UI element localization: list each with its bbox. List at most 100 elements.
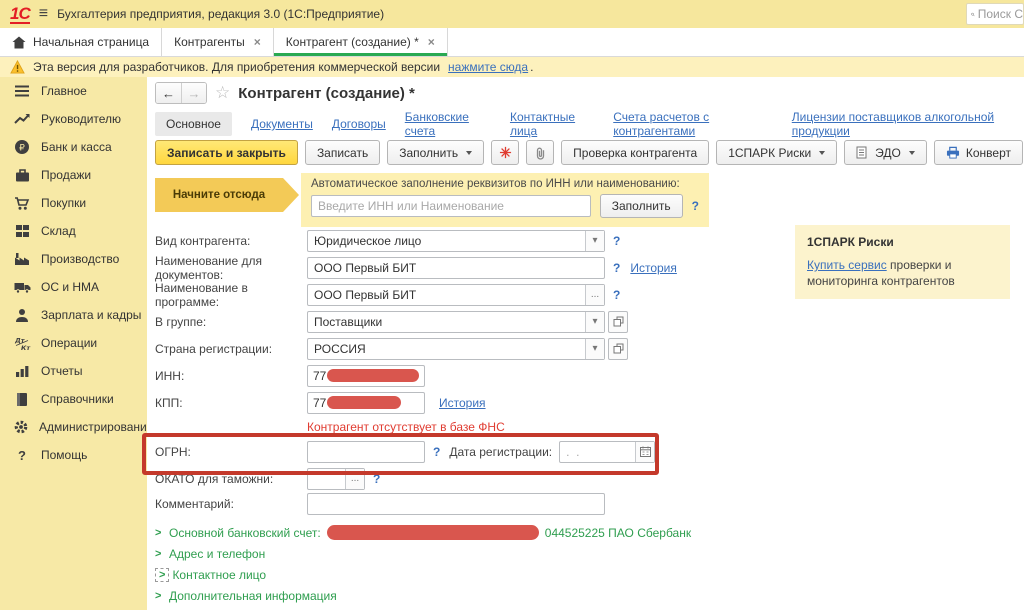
sidebar-item-purchases[interactable]: Покупки bbox=[0, 189, 147, 217]
edo-documents-icon bbox=[856, 146, 869, 159]
buy-commercial-link[interactable]: нажмите сюда bbox=[448, 60, 528, 74]
field-label: Наименование в программе: bbox=[155, 281, 307, 309]
help-icon[interactable]: ? bbox=[613, 261, 620, 275]
sidebar-item-warehouse[interactable]: Склад bbox=[0, 217, 147, 245]
1c-logo: 1С bbox=[10, 5, 30, 24]
close-tab-icon[interactable]: × bbox=[254, 35, 261, 49]
sidebar-item-label: Операции bbox=[41, 336, 97, 350]
open-group-button[interactable] bbox=[608, 311, 628, 333]
edo-button[interactable]: ЭДО bbox=[844, 140, 927, 165]
fill-menu-button[interactable]: Заполнить bbox=[387, 140, 484, 165]
comment-input[interactable] bbox=[307, 493, 605, 515]
main-menu-icon[interactable]: ≡ bbox=[39, 5, 48, 23]
open-country-button[interactable] bbox=[608, 338, 628, 360]
inn-input[interactable]: 77 bbox=[307, 365, 425, 387]
form-toolbar: Записать и закрыть Записать Заполнить Пр… bbox=[155, 140, 1023, 165]
section-additional-info[interactable]: > Дополнительная информация bbox=[155, 585, 875, 606]
sidebar-item-administration[interactable]: Администрирование bbox=[0, 413, 147, 441]
briefcase-icon bbox=[13, 167, 31, 184]
counterparty-type-select[interactable]: Юридическое лицо ▾ bbox=[307, 230, 605, 252]
tab-bank-accounts[interactable]: Банковские счета bbox=[405, 110, 491, 138]
tab-osnovnoe[interactable]: Основное bbox=[155, 112, 232, 136]
sidebar-item-manager[interactable]: Руководителю bbox=[0, 105, 147, 133]
name-for-documents-input[interactable] bbox=[307, 257, 605, 279]
red-asterisk-icon bbox=[499, 146, 512, 159]
sidebar-item-fixed-assets[interactable]: ОС и НМА bbox=[0, 273, 147, 301]
buy-service-link[interactable]: Купить сервис bbox=[807, 258, 887, 272]
okato-input[interactable] bbox=[308, 469, 345, 489]
ogrn-input[interactable] bbox=[307, 441, 425, 463]
window-tab-bar: Начальная страница Контрагенты × Контраг… bbox=[0, 28, 1024, 57]
kpp-history-link[interactable]: История bbox=[439, 396, 486, 410]
ellipsis-button[interactable]: ... bbox=[585, 285, 604, 305]
close-tab-icon[interactable]: × bbox=[428, 35, 435, 49]
kpp-input[interactable]: 77 bbox=[307, 392, 425, 414]
field-label: Страна регистрации: bbox=[155, 342, 307, 356]
tab-home[interactable]: Начальная страница bbox=[0, 28, 162, 56]
chevron-down-icon[interactable]: ▾ bbox=[585, 312, 604, 332]
help-icon[interactable]: ? bbox=[613, 288, 620, 302]
sidebar-item-label: Администрирование bbox=[39, 420, 153, 434]
selected-value: РОССИЯ bbox=[308, 342, 585, 356]
forward-button[interactable]: → bbox=[181, 83, 206, 103]
name-history-link[interactable]: История bbox=[630, 261, 677, 275]
help-icon[interactable]: ? bbox=[433, 445, 440, 459]
sidebar-item-label: Банк и касса bbox=[41, 140, 112, 154]
tab-kontragenty[interactable]: Контрагенты × bbox=[162, 28, 274, 56]
chevron-down-icon bbox=[466, 151, 472, 155]
field-label: Комментарий: bbox=[155, 497, 307, 511]
name-in-program-input[interactable] bbox=[308, 285, 585, 305]
tab-kontragent-create[interactable]: Контрагент (создание) * × bbox=[274, 28, 448, 56]
section-contact-person[interactable]: > Контактное лицо bbox=[155, 564, 875, 585]
save-button[interactable]: Записать bbox=[305, 140, 380, 165]
field-row-name-prog: Наименование в программе: ... ? bbox=[155, 281, 875, 308]
sidebar-item-bank-cash[interactable]: ₽ Банк и касса bbox=[0, 133, 147, 161]
spark-risks-button[interactable]: 1СПАРК Риски bbox=[716, 140, 837, 165]
reg-date-input[interactable] bbox=[560, 442, 635, 462]
sidebar-item-directories[interactable]: Справочники bbox=[0, 385, 147, 413]
reminder-button[interactable] bbox=[491, 140, 519, 165]
field-label: Вид контрагента: bbox=[155, 234, 307, 248]
section-main-bank-account[interactable]: > Основной банковский счет: 044525225 ПА… bbox=[155, 522, 875, 543]
reg-date-field[interactable] bbox=[559, 441, 655, 463]
name-in-program-field[interactable]: ... bbox=[307, 284, 605, 306]
dt-kt-icon: ДтКт bbox=[13, 335, 31, 352]
section-address-phone[interactable]: > Адрес и телефон bbox=[155, 543, 875, 564]
chevron-down-icon[interactable]: ▾ bbox=[585, 231, 604, 251]
check-counterparty-button[interactable]: Проверка контрагента bbox=[561, 140, 709, 165]
sidebar-item-sales[interactable]: Продажи bbox=[0, 161, 147, 189]
sidebar-item-payroll[interactable]: Зарплата и кадры bbox=[0, 301, 147, 329]
help-icon[interactable]: ? bbox=[692, 199, 699, 213]
calendar-button[interactable] bbox=[635, 442, 654, 462]
sidebar-item-reports[interactable]: Отчеты bbox=[0, 357, 147, 385]
envelope-button[interactable]: Конверт bbox=[934, 140, 1023, 165]
sidebar-item-main[interactable]: Главное bbox=[0, 77, 147, 105]
spark-panel-title: 1СПАРК Риски bbox=[807, 235, 998, 249]
open-in-window-icon bbox=[613, 316, 624, 327]
tab-settlement-accounts[interactable]: Счета расчетов с контрагентами bbox=[613, 110, 773, 138]
ellipsis-button[interactable]: ... bbox=[345, 469, 364, 489]
help-icon[interactable]: ? bbox=[373, 472, 380, 486]
help-icon[interactable]: ? bbox=[613, 234, 620, 248]
save-close-button[interactable]: Записать и закрыть bbox=[155, 140, 298, 165]
tab-contact-persons[interactable]: Контактные лица bbox=[510, 110, 594, 138]
tab-dokumenty[interactable]: Документы bbox=[251, 117, 313, 131]
group-select[interactable]: Поставщики ▾ bbox=[307, 311, 605, 333]
warning-text: Эта версия для разработчиков. Для приобр… bbox=[33, 60, 440, 74]
back-button[interactable]: ← bbox=[156, 83, 181, 103]
tab-dogovory[interactable]: Договоры bbox=[332, 117, 386, 131]
favorite-star-icon[interactable]: ☆ bbox=[215, 83, 230, 103]
autofill-fill-button[interactable]: Заполнить bbox=[600, 194, 683, 218]
global-search[interactable]: Поиск С bbox=[966, 3, 1024, 25]
chevron-down-icon[interactable]: ▾ bbox=[585, 339, 604, 359]
sidebar-item-production[interactable]: Производство bbox=[0, 245, 147, 273]
edo-label: ЭДО bbox=[875, 146, 901, 160]
sidebar-item-help[interactable]: ? Помощь bbox=[0, 441, 147, 469]
inn-name-input[interactable] bbox=[311, 195, 591, 217]
inn-visible-value: 77 bbox=[313, 369, 326, 383]
attachment-button[interactable] bbox=[526, 140, 554, 165]
tab-alcohol-licenses[interactable]: Лицензии поставщиков алкогольной продукц… bbox=[792, 110, 1024, 138]
country-select[interactable]: РОССИЯ ▾ bbox=[307, 338, 605, 360]
okato-field[interactable]: ... bbox=[307, 468, 365, 490]
sidebar-item-operations[interactable]: ДтКт Операции bbox=[0, 329, 147, 357]
